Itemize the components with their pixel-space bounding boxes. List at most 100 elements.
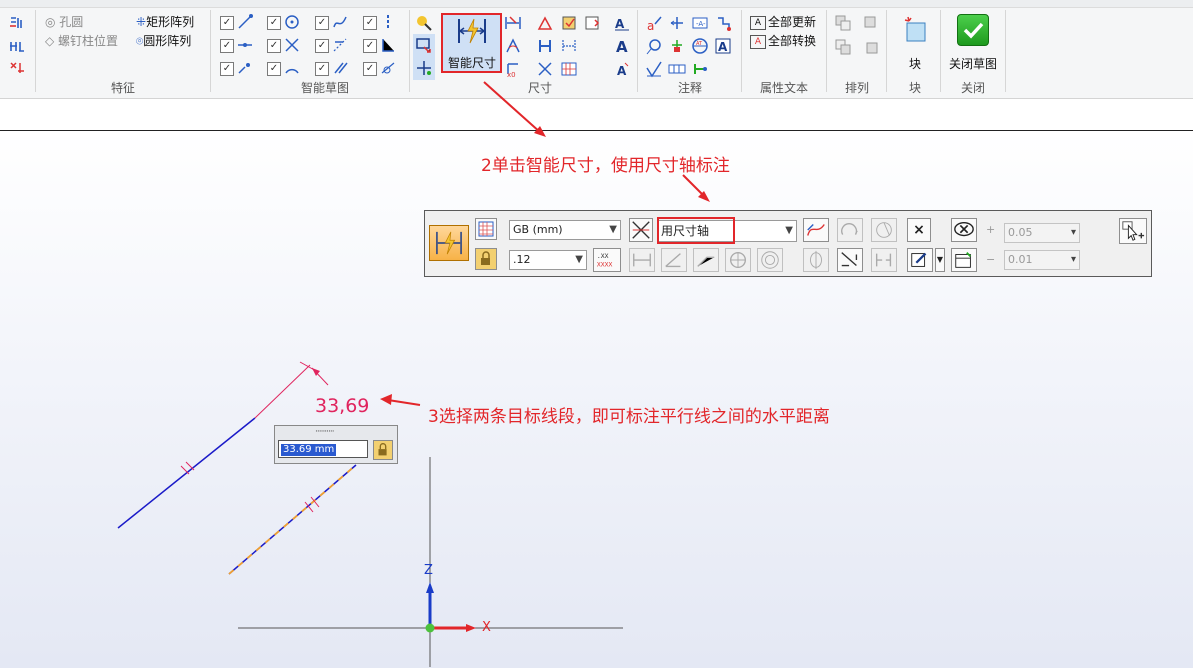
weld-symbol-icon[interactable] (668, 37, 686, 55)
surface-texture-icon[interactable] (645, 60, 663, 78)
feature-control-icon[interactable] (668, 60, 686, 78)
lock-button[interactable] (475, 248, 497, 270)
intersection-icon[interactable] (283, 36, 301, 54)
center-icon[interactable] (283, 13, 301, 31)
update-all-button[interactable]: A 全部更新 (750, 13, 816, 30)
separator (637, 10, 638, 92)
bring-forward-icon[interactable] (834, 38, 852, 56)
annotation-edit-dropdown[interactable]: ▼ (935, 248, 945, 272)
font-size-up-icon[interactable]: A (613, 60, 631, 78)
paint-icon[interactable] (415, 14, 433, 32)
standard-dropdown[interactable]: GB (mm) ▼ (509, 220, 621, 240)
annotation-edit-button[interactable] (907, 248, 933, 272)
angle-between-icon[interactable] (504, 37, 522, 55)
diameter-dimension-button[interactable] (725, 248, 751, 272)
datum-frame-icon[interactable]: -A- (691, 14, 709, 32)
text-box-icon[interactable]: A (714, 37, 732, 55)
sketch-option-checkbox[interactable]: ✓ (363, 39, 377, 53)
tolerance-button[interactable] (951, 218, 977, 242)
sketch-option-checkbox[interactable]: ✓ (315, 39, 329, 53)
callout-icon[interactable]: a (645, 14, 663, 32)
tangent-arc-icon[interactable] (379, 59, 397, 77)
datum-target-icon[interactable]: AT (691, 37, 709, 55)
status-strip (0, 99, 1193, 130)
sketch-option-checkbox[interactable]: ✓ (220, 62, 234, 76)
midpoint-icon[interactable] (236, 36, 254, 54)
copy-dimension-icon[interactable] (583, 14, 601, 32)
rect-array-button[interactable]: ⁜矩形阵列 (136, 13, 194, 30)
point-icon[interactable] (415, 59, 433, 77)
distance-between-icon[interactable] (504, 14, 522, 32)
sketch-option-checkbox[interactable]: ✓ (267, 39, 281, 53)
edge-condition-icon[interactable] (714, 14, 732, 32)
bolt-position-button[interactable]: ◇ 螺钉柱位置 (45, 32, 118, 49)
properties-button[interactable] (951, 248, 977, 272)
circ-array-button[interactable]: ⌾圆形阵列 (136, 32, 191, 49)
chamfer-dimension-icon[interactable] (536, 60, 554, 78)
symmetric-diameter-icon[interactable] (536, 37, 554, 55)
dimension-axis-button[interactable] (629, 218, 653, 242)
endpoint-icon[interactable] (236, 13, 254, 31)
sketch-option-checkbox[interactable]: ✓ (363, 62, 377, 76)
sketch-option-checkbox[interactable]: ✓ (315, 16, 329, 30)
precision-format-button[interactable]: .XX XXXX (593, 248, 621, 272)
auto-dimension-icon[interactable] (560, 14, 578, 32)
radial-dimension-button[interactable] (693, 248, 719, 272)
select-add-button[interactable] (1119, 218, 1147, 244)
sketch-option-checkbox[interactable]: ✓ (220, 16, 234, 30)
x-axis-label: X (482, 620, 491, 635)
sketch-option-checkbox[interactable]: ✓ (220, 39, 234, 53)
tangent-icon[interactable] (331, 36, 349, 54)
smart-dimension-mode-button[interactable] (429, 225, 469, 261)
arc-icon[interactable] (283, 59, 301, 77)
horizontal-dimension-button[interactable] (629, 248, 655, 272)
hole-button[interactable]: ◎ 孔圆 (45, 13, 83, 30)
dimension-table-icon[interactable] (560, 60, 578, 78)
send-backward-icon[interactable] (862, 38, 880, 56)
dimension-value-input[interactable]: 33.69 mm (278, 440, 368, 458)
balloon-icon[interactable] (645, 37, 663, 55)
dimension-value-label[interactable]: 33,69 (315, 395, 369, 417)
text-size-icon[interactable]: A (613, 14, 631, 32)
select-box-icon[interactable] (415, 37, 433, 55)
block-button[interactable]: 块 (896, 13, 934, 73)
curve-dimension-button[interactable] (803, 218, 829, 242)
perpendicular-icon[interactable] (379, 36, 397, 54)
angle-dimension-button[interactable] (661, 248, 687, 272)
vertical-icon[interactable] (379, 13, 397, 31)
parallel-icon[interactable] (331, 59, 349, 77)
curve-icon[interactable] (331, 13, 349, 31)
arc-length-button[interactable] (837, 218, 863, 242)
lock-dimension-button[interactable] (373, 440, 393, 460)
smart-dimension-mini-icon[interactable] (560, 37, 578, 55)
grip-handle[interactable]: ·········· (315, 427, 335, 437)
constraint-icon[interactable] (8, 37, 26, 55)
convert-all-button[interactable]: A 全部转换 (750, 32, 816, 49)
break-dimension-button[interactable] (871, 248, 897, 272)
mirror-sketch-icon[interactable] (8, 59, 26, 77)
sketch-option-checkbox[interactable]: ✓ (363, 16, 377, 30)
precision-dropdown[interactable]: .12 ▼ (509, 250, 587, 270)
coordinate-button[interactable] (837, 248, 863, 272)
upper-tolerance-dropdown[interactable]: 0.05 ▾ (1004, 223, 1080, 243)
leader-icon[interactable] (668, 14, 686, 32)
relate-icon[interactable] (8, 14, 26, 32)
lower-tolerance-dropdown[interactable]: 0.01 ▾ (1004, 250, 1080, 270)
connector-icon[interactable] (691, 60, 709, 78)
angular-coordinate-icon[interactable] (536, 14, 554, 32)
close-sketch-button[interactable]: 关闭草图 (946, 13, 1000, 73)
svg-text:A: A (615, 17, 625, 31)
bring-front-icon[interactable] (834, 14, 852, 32)
concentric-dimension-button[interactable] (757, 248, 783, 272)
dimension-style-button[interactable] (475, 218, 497, 240)
symmetric-button[interactable] (803, 248, 829, 272)
coordinate-dimension-icon[interactable]: x0 (504, 60, 522, 78)
chord-dimension-button[interactable] (871, 218, 897, 242)
sketch-option-checkbox[interactable]: ✓ (267, 16, 281, 30)
clear-button[interactable]: × (907, 218, 931, 242)
send-back-icon[interactable] (862, 14, 880, 32)
sketch-option-checkbox[interactable]: ✓ (267, 62, 281, 76)
font-style-icon[interactable]: A (613, 37, 631, 55)
on-element-icon[interactable] (236, 59, 254, 77)
sketch-option-checkbox[interactable]: ✓ (315, 62, 329, 76)
